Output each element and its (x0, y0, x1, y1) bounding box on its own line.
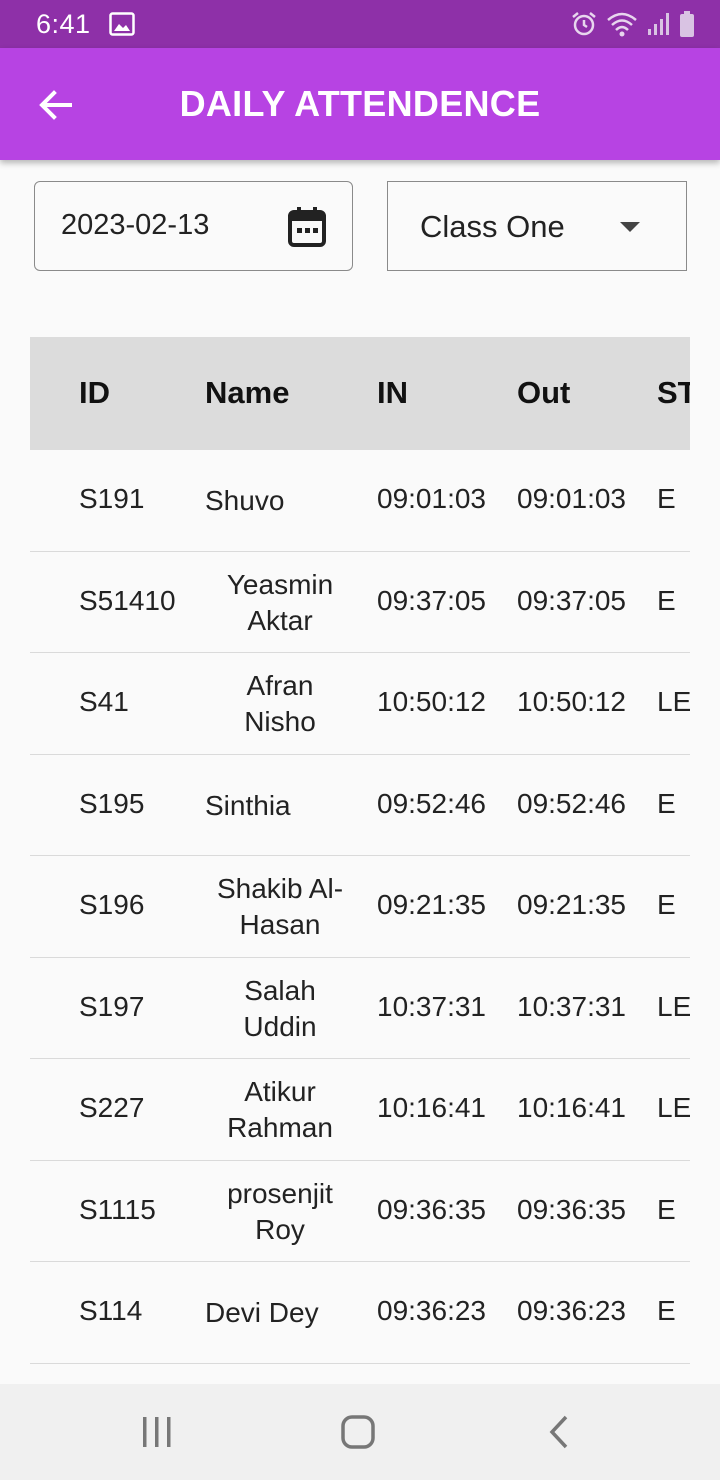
calendar-icon[interactable] (287, 206, 327, 253)
cell-in-time: 09:52:46 (377, 787, 486, 819)
cell-out-time: 09:01:03 (517, 483, 626, 514)
cell-in-time: 10:50:12 (377, 686, 486, 717)
cell-id: S41 (79, 686, 129, 717)
table-row[interactable]: S196 Shakib Al- Hasan 09:21:35 09:21:35 E (30, 856, 690, 958)
cell-name: Atikur Rahman (200, 1074, 360, 1146)
cell-name-line: Shuvo (205, 485, 285, 516)
column-header-in[interactable]: IN (377, 375, 408, 411)
cell-out-time: 09:36:35 (517, 1193, 626, 1225)
table-row[interactable]: S191 Shuvo 09:01:03 09:01:03 E (30, 450, 690, 552)
column-header-id[interactable]: ID (79, 375, 110, 411)
alarm-icon (570, 10, 598, 38)
cell-in-time: 10:37:31 (377, 990, 486, 1022)
cell-name: Shakib Al- Hasan (200, 871, 360, 943)
page-title: DAILY ATTENDENCE (179, 83, 541, 124)
cell-id: S191 (79, 483, 145, 514)
cell-name-line: Yeasmin (226, 568, 334, 600)
cell-name-line: Uddin (243, 1010, 317, 1042)
arrow-back-icon[interactable] (34, 84, 76, 126)
recent-apps-icon[interactable] (140, 1416, 174, 1453)
cell-out-time: 09:36:23 (517, 1295, 626, 1326)
cell-status: LE (657, 990, 690, 1022)
cell-id: S195 (79, 787, 145, 819)
cell-name-line: Afran (246, 670, 314, 701)
cell-out-time: 10:16:41 (517, 1092, 626, 1123)
cell-status: E (657, 584, 676, 616)
cell-name: prosenjit Roy (200, 1176, 360, 1248)
cell-status: E (657, 1193, 676, 1225)
cell-name: Afran Nisho (200, 668, 360, 740)
cell-id: S114 (79, 1295, 143, 1326)
date-field[interactable]: 2023-02-13 (34, 181, 353, 271)
table-row[interactable]: S51410 Yeasmin Aktar 09:37:05 09:37:05 E (30, 552, 690, 653)
cell-id: S1115 (79, 1193, 156, 1225)
cell-status: LE (657, 686, 690, 717)
cell-in-time: 09:36:23 (377, 1295, 486, 1326)
image-icon (108, 12, 135, 36)
cell-name-line: Roy (255, 1213, 305, 1245)
cell-name-line: Aktar (247, 604, 313, 636)
cell-status: E (657, 889, 676, 920)
date-value: 2023-02-13 (61, 209, 210, 241)
cell-status: E (657, 483, 676, 514)
cell-out-time: 09:21:35 (517, 889, 626, 920)
battery-icon (678, 10, 696, 38)
cell-in-time: 10:16:41 (377, 1092, 486, 1123)
cell-name: Salah Uddin (200, 973, 360, 1045)
cell-name-line: Rahman (227, 1112, 333, 1143)
cell-id: S197 (79, 990, 145, 1022)
cell-status: E (657, 787, 676, 819)
cell-out-time: 09:52:46 (517, 787, 626, 819)
cell-name: Shuvo (205, 483, 365, 519)
table-row[interactable]: S1115 prosenjit Roy 09:36:35 09:36:35 E (30, 1161, 690, 1262)
back-nav-icon[interactable] (546, 1414, 572, 1455)
status-bar: 6:41 (0, 0, 720, 48)
cell-name-line: prosenjit (227, 1177, 333, 1209)
cell-out-time: 09:37:05 (517, 584, 626, 616)
cell-name: Yeasmin Aktar (200, 567, 360, 639)
cell-in-time: 09:36:35 (377, 1193, 486, 1225)
cell-name-line: Sinthia (205, 789, 291, 821)
cell-in-time: 09:37:05 (377, 584, 486, 616)
cell-name-line: Nisho (244, 706, 316, 737)
table-row[interactable]: S114 Devi Dey 09:36:23 09:36:23 E (30, 1262, 690, 1364)
class-select[interactable]: Class One (387, 181, 687, 271)
cell-in-time: 09:01:03 (377, 483, 486, 514)
cell-name: Sinthia (205, 788, 365, 824)
cell-out-time: 10:37:31 (517, 990, 626, 1022)
cell-out-time: 10:50:12 (517, 686, 626, 717)
wifi-icon (606, 10, 638, 38)
table-header: ID Name IN Out ST (30, 337, 690, 450)
cell-status: LE (657, 1092, 690, 1123)
cell-id: S196 (79, 889, 145, 920)
column-header-name[interactable]: Name (205, 375, 289, 411)
cell-id: S227 (79, 1092, 145, 1123)
cell-name-line: Hasan (239, 909, 321, 940)
cell-in-time: 09:21:35 (377, 889, 486, 920)
cell-name-line: Salah (244, 974, 316, 1006)
status-time: 6:41 (36, 8, 91, 39)
table-row[interactable]: S41 Afran Nisho 10:50:12 10:50:12 LE (30, 653, 690, 755)
signal-icon (646, 11, 670, 37)
dropdown-arrow-icon[interactable] (618, 220, 642, 239)
screen: 6:41 DAILY ATTENDENCE 2023-02-13 Class O… (0, 0, 720, 1480)
app-bar: DAILY ATTENDENCE (0, 48, 720, 160)
system-nav-bar (0, 1384, 720, 1480)
cell-status: E (657, 1295, 676, 1326)
table-row[interactable]: S195 Sinthia 09:52:46 09:52:46 E (30, 755, 690, 856)
column-header-st[interactable]: ST (657, 375, 690, 411)
cell-name-line: Atikur (244, 1076, 316, 1107)
table-row[interactable]: S227 Atikur Rahman 10:16:41 10:16:41 LE (30, 1059, 690, 1161)
cell-name-line: Devi Dey (205, 1297, 319, 1328)
cell-name: Devi Dey (205, 1295, 365, 1331)
class-select-value: Class One (420, 209, 565, 244)
attendance-table[interactable]: ID Name IN Out ST S191 Shuvo 09:01:03 09:01… (30, 337, 690, 1382)
cell-id: S51410 (79, 584, 176, 616)
table-row[interactable]: S197 Salah Uddin 10:37:31 10:37:31 LE (30, 958, 690, 1059)
home-icon[interactable] (340, 1414, 376, 1455)
cell-name-line: Shakib Al- (216, 873, 344, 904)
column-header-out[interactable]: Out (517, 375, 570, 411)
